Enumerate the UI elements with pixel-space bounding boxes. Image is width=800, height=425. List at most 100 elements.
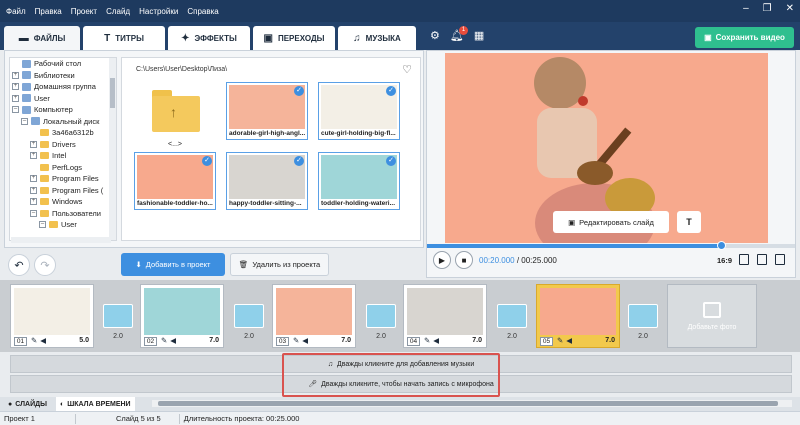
pencil-icon[interactable]: ✎ xyxy=(161,336,170,345)
menu-slide[interactable]: Слайд xyxy=(106,7,130,16)
slide-tools: ✎◀ xyxy=(31,336,49,345)
menu-settings[interactable]: Настройки xyxy=(139,7,178,16)
expander-icon[interactable]: – xyxy=(12,106,19,114)
file-thumb-2[interactable]: ✓ cute-girl-holding-big-fl... xyxy=(318,82,400,140)
tree-hscrollbar[interactable] xyxy=(11,237,111,243)
file-thumb-4[interactable]: ✓ happy-toddler-sitting-... xyxy=(226,152,308,210)
expander-icon[interactable]: + xyxy=(30,186,37,194)
transition-thumb[interactable] xyxy=(234,304,264,328)
tree-item[interactable]: + Windows xyxy=(10,196,116,208)
tree-item-label: User xyxy=(34,93,50,103)
expander-icon[interactable]: + xyxy=(30,175,37,183)
file-thumb-5[interactable]: ✓ toddler-holding-wateri... xyxy=(318,152,400,210)
timeline-slide[interactable]: 03 ✎◀ 7.0 xyxy=(272,284,356,348)
pencil-icon[interactable]: ✎ xyxy=(293,336,302,345)
tree-item[interactable]: – Локальный диск xyxy=(10,116,116,128)
tree-item[interactable]: – User xyxy=(10,219,116,231)
parent-folder[interactable]: ↑ xyxy=(152,90,200,132)
transition-thumb[interactable] xyxy=(366,304,396,328)
tree-item[interactable]: + Intel xyxy=(10,150,116,162)
tree-item-label: Локальный диск xyxy=(43,116,100,126)
slide-tools: ✎◀ xyxy=(424,336,442,345)
tree-item[interactable]: + Program Files xyxy=(10,173,116,185)
tree-scroll-thumb[interactable] xyxy=(110,78,115,108)
timeline-scroll-thumb[interactable] xyxy=(158,401,778,406)
menu-project[interactable]: Проект xyxy=(71,7,97,16)
timeline-slide[interactable]: 05 ✎◀ 7.0 xyxy=(536,284,620,348)
expander-icon[interactable]: + xyxy=(12,71,19,79)
expander-icon[interactable]: – xyxy=(21,117,28,125)
aspect-ratio[interactable]: 16:9 xyxy=(717,256,732,265)
pencil-icon[interactable]: ✎ xyxy=(31,336,40,345)
speaker-icon[interactable]: ◀ xyxy=(170,336,179,345)
menu-file[interactable]: Файл xyxy=(6,7,26,16)
timeline-slide[interactable]: 04 ✎◀ 7.0 xyxy=(403,284,487,348)
expander-icon[interactable]: + xyxy=(30,140,37,148)
snapshot-icon[interactable] xyxy=(757,254,767,265)
play-button[interactable]: ▶ xyxy=(433,251,451,269)
tab-music[interactable]: ♫ МУЗЫКА xyxy=(338,26,416,50)
file-thumb-3[interactable]: ✓ fashionable-toddler-ho... xyxy=(134,152,216,210)
tree-item[interactable]: + Домашняя группа xyxy=(10,81,116,93)
tree-item[interactable]: PerfLogs xyxy=(10,162,116,174)
tab-timeline[interactable]: ◐ ШКАЛА ВРЕМЕНИ xyxy=(56,397,135,411)
tree-item[interactable]: + User xyxy=(10,93,116,105)
transition-thumb[interactable] xyxy=(497,304,527,328)
progress-knob[interactable] xyxy=(717,241,727,250)
tab-slides[interactable]: ● СЛАЙДЫ xyxy=(4,397,51,411)
speaker-icon[interactable]: ◀ xyxy=(302,336,311,345)
save-video-button[interactable]: ▣ Сохранить видео xyxy=(695,27,794,48)
timeline-slide[interactable]: 01 ✎◀ 5.0 xyxy=(10,284,94,348)
folder-icon xyxy=(40,163,49,171)
tree-item-label: Program Files ( xyxy=(52,185,104,195)
text-button[interactable]: T xyxy=(677,211,701,233)
timeline-slide[interactable]: 02 ✎◀ 7.0 xyxy=(140,284,224,348)
redo-button[interactable]: ↷ xyxy=(34,254,56,276)
add-to-project-button[interactable]: ⬇ Добавить в проект xyxy=(121,253,225,276)
remove-from-project-button[interactable]: 🗑︎ Удалить из проекта xyxy=(230,253,329,276)
favorite-icon[interactable]: ♡ xyxy=(402,63,412,76)
speaker-icon[interactable]: ◀ xyxy=(40,336,49,345)
tree-item[interactable]: + Program Files ( xyxy=(10,185,116,197)
tab-files[interactable]: ▬ ФАЙЛЫ xyxy=(4,26,80,50)
add-photo-slot[interactable]: Добавьте фото xyxy=(667,284,757,348)
file-thumb-1[interactable]: ✓ adorable-girl-high-angl... xyxy=(226,82,308,140)
tree-item[interactable]: – Компьютер xyxy=(10,104,116,116)
speaker-icon[interactable]: ◀ xyxy=(566,336,575,345)
tree-item[interactable]: Рабочий стол xyxy=(10,58,116,70)
close-button[interactable]: ✕ xyxy=(786,3,794,14)
transition-thumb[interactable] xyxy=(628,304,658,328)
tree-scrollbar[interactable] xyxy=(109,58,116,240)
speaker-icon[interactable]: ◀ xyxy=(433,336,442,345)
transition-thumb[interactable] xyxy=(103,304,133,328)
tab-effects[interactable]: ✦ ЭФФЕКТЫ xyxy=(168,26,250,50)
menu-help[interactable]: Справка xyxy=(187,7,218,16)
folder-icon xyxy=(40,129,49,137)
tab-titles[interactable]: T ТИТРЫ xyxy=(83,26,165,50)
expander-icon[interactable]: + xyxy=(12,94,19,102)
gear-icon[interactable]: ⚙ xyxy=(430,29,440,42)
tab-transitions[interactable]: ▣ ПЕРЕХОДЫ xyxy=(253,26,335,50)
expander-icon[interactable]: + xyxy=(30,152,37,160)
tree-item[interactable]: – Пользователи xyxy=(10,208,116,220)
undo-button[interactable]: ↶ xyxy=(8,254,30,276)
tree-item[interactable]: 3a46a6312b xyxy=(10,127,116,139)
expand-icon[interactable] xyxy=(775,254,785,265)
tree-item[interactable]: + Drivers xyxy=(10,139,116,151)
expander-icon[interactable]: + xyxy=(30,198,37,206)
stop-button[interactable]: ■ xyxy=(455,251,473,269)
expander-icon[interactable]: – xyxy=(30,209,37,217)
fullscreen-icon[interactable] xyxy=(739,254,749,265)
menu-edit[interactable]: Правка xyxy=(35,7,62,16)
expander-icon[interactable]: + xyxy=(12,83,19,91)
pencil-icon[interactable]: ✎ xyxy=(424,336,433,345)
tree-item[interactable]: + Библиотеки xyxy=(10,70,116,82)
timeline-scrollbar[interactable] xyxy=(152,400,792,407)
gallery-icon[interactable]: ▦ xyxy=(474,29,484,42)
progress-bar[interactable] xyxy=(427,241,795,250)
maximize-button[interactable]: ❐ xyxy=(763,3,772,14)
expander-icon[interactable]: – xyxy=(39,221,46,229)
pencil-icon[interactable]: ✎ xyxy=(557,336,566,345)
edit-slide-button[interactable]: ▣ Редактировать слайд xyxy=(553,211,669,233)
minimize-button[interactable]: – xyxy=(743,3,749,14)
